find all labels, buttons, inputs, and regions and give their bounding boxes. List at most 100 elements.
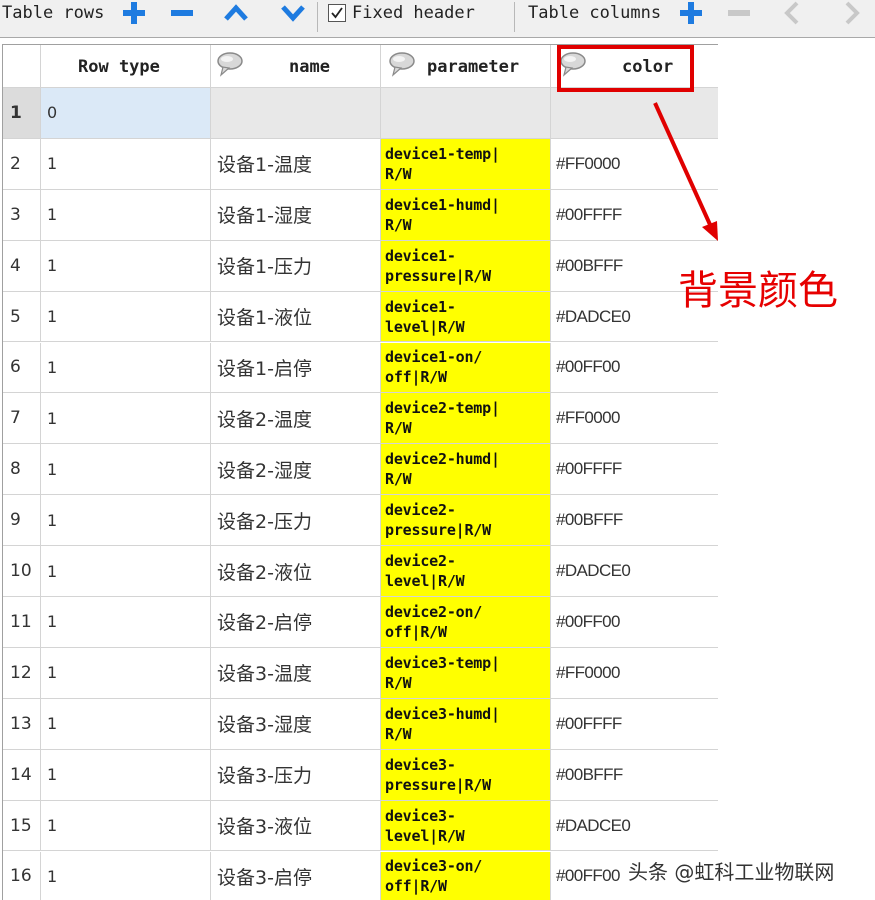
row-type-cell[interactable]: 0 <box>41 88 211 139</box>
color-cell[interactable]: #00FFFF <box>551 699 718 750</box>
row-type-cell[interactable]: 1 <box>41 189 211 241</box>
parameter-cell[interactable]: device1-humd| R/W <box>381 189 551 241</box>
row-type-cell[interactable]: 1 <box>41 546 211 597</box>
table-row[interactable]: 3 1 设备1-湿度 device1-humd| R/W #00FFFF <box>3 189 718 241</box>
row-type-cell[interactable]: 1 <box>41 495 211 547</box>
table-row[interactable]: 10 <box>3 88 718 139</box>
move-row-up-button[interactable] <box>220 0 252 26</box>
name-cell[interactable]: 设备3-压力 <box>211 749 381 801</box>
parameter-cell[interactable]: device1- level|R/W <box>381 291 551 343</box>
row-number-cell[interactable]: 8 <box>3 444 41 496</box>
move-column-left-button[interactable] <box>776 0 808 26</box>
table-row[interactable]: 12 1 设备3-温度 device3-temp| R/W #FF0000 <box>3 647 718 699</box>
color-cell[interactable]: #FF0000 <box>551 648 718 699</box>
move-row-down-button[interactable] <box>277 0 309 26</box>
parameter-cell[interactable]: device3-on/ off|R/W <box>381 851 551 900</box>
name-cell[interactable]: 设备1-温度 <box>211 138 381 190</box>
color-cell[interactable]: #00FF00 <box>551 597 718 648</box>
fixed-header-checkbox[interactable] <box>328 4 346 22</box>
row-number-cell[interactable]: 2 <box>3 138 41 190</box>
parameter-cell[interactable]: device1- pressure|R/W <box>381 240 551 292</box>
row-number-cell[interactable]: 10 <box>3 546 41 597</box>
row-number-cell[interactable]: 1 <box>3 88 41 139</box>
header-corner[interactable] <box>3 45 41 88</box>
name-cell[interactable]: 设备3-温度 <box>211 647 381 699</box>
name-cell[interactable]: 设备1-压力 <box>211 240 381 292</box>
header-row-type[interactable]: Row type <box>41 45 211 88</box>
row-number-cell[interactable]: 5 <box>3 291 41 343</box>
name-cell[interactable]: 设备1-湿度 <box>211 189 381 241</box>
row-number-cell[interactable]: 11 <box>3 597 41 648</box>
table-row[interactable]: 9 1 设备2-压力 device2- pressure|R/W #00BFFF <box>3 495 718 547</box>
row-type-cell[interactable]: 1 <box>41 240 211 292</box>
row-type-cell[interactable]: 1 <box>41 800 211 852</box>
name-cell[interactable]: 设备2-温度 <box>211 393 381 445</box>
color-cell[interactable]: #00FF00 <box>551 343 718 394</box>
color-cell[interactable]: #00BFFF <box>551 495 718 547</box>
remove-column-button[interactable] <box>723 0 755 26</box>
row-number-cell[interactable]: 14 <box>3 749 41 801</box>
color-cell[interactable]: #FF0000 <box>551 393 718 445</box>
row-type-cell[interactable]: 1 <box>41 851 211 900</box>
row-number-cell[interactable]: 9 <box>3 495 41 547</box>
parameter-cell[interactable]: device3-temp| R/W <box>381 647 551 699</box>
name-cell[interactable]: 设备2-湿度 <box>211 444 381 496</box>
row-type-cell[interactable]: 1 <box>41 342 211 394</box>
table-row[interactable]: 4 1 设备1-压力 device1- pressure|R/W #00BFFF <box>3 240 718 292</box>
fixed-header-toggle[interactable]: Fixed header <box>328 0 475 26</box>
parameter-cell[interactable]: device3-humd| R/W <box>381 698 551 750</box>
move-column-right-button[interactable] <box>836 0 868 26</box>
table-row[interactable]: 14 1 设备3-压力 device3- pressure|R/W #00BFFF <box>3 749 718 801</box>
name-cell[interactable] <box>211 88 381 139</box>
parameter-cell[interactable]: device3- level|R/W <box>381 800 551 852</box>
table-row[interactable]: 5 1 设备1-液位 device1- level|R/W #DADCE0 <box>3 291 718 343</box>
add-column-button[interactable] <box>675 0 707 26</box>
name-cell[interactable]: 设备3-液位 <box>211 800 381 852</box>
name-cell[interactable]: 设备1-液位 <box>211 291 381 343</box>
row-type-cell[interactable]: 1 <box>41 138 211 190</box>
table-row[interactable]: 15 1 设备3-液位 device3- level|R/W #DADCE0 <box>3 800 718 852</box>
parameter-cell[interactable]: device2-temp| R/W <box>381 393 551 445</box>
name-cell[interactable]: 设备2-启停 <box>211 597 381 648</box>
row-type-cell[interactable]: 1 <box>41 444 211 496</box>
row-number-cell[interactable]: 6 <box>3 342 41 394</box>
parameter-cell[interactable]: device2-on/ off|R/W <box>381 597 551 648</box>
add-row-button[interactable] <box>118 0 150 26</box>
table-row[interactable]: 7 1 设备2-温度 device2-temp| R/W #FF0000 <box>3 393 718 445</box>
row-type-cell[interactable]: 1 <box>41 597 211 648</box>
color-cell[interactable]: #00BFFF <box>551 750 718 801</box>
name-cell[interactable]: 设备2-液位 <box>211 546 381 597</box>
row-type-cell[interactable]: 1 <box>41 647 211 699</box>
table-row[interactable]: 8 1 设备2-湿度 device2-humd| R/W #00FFFF <box>3 444 718 496</box>
name-cell[interactable]: 设备1-启停 <box>211 342 381 394</box>
name-cell[interactable]: 设备2-压力 <box>211 495 381 547</box>
row-type-cell[interactable]: 1 <box>41 393 211 445</box>
color-cell[interactable]: #DADCE0 <box>551 801 718 852</box>
color-cell[interactable]: #00FFFF <box>551 444 718 496</box>
name-cell[interactable]: 设备3-湿度 <box>211 698 381 750</box>
row-number-cell[interactable]: 12 <box>3 647 41 699</box>
row-type-cell[interactable]: 1 <box>41 749 211 801</box>
row-number-cell[interactable]: 15 <box>3 800 41 852</box>
table-row[interactable]: 2 1 设备1-温度 device1-temp| R/W #FF0000 <box>3 138 718 190</box>
name-cell[interactable]: 设备3-启停 <box>211 851 381 900</box>
parameter-cell[interactable]: device2- level|R/W <box>381 546 551 597</box>
row-number-cell[interactable]: 16 <box>3 851 41 900</box>
remove-row-button[interactable] <box>166 0 198 26</box>
header-parameter[interactable]: parameter <box>381 45 551 88</box>
table-row[interactable]: 10 1 设备2-液位 device2- level|R/W #DADCE0 <box>3 546 718 597</box>
table-row[interactable]: 13 1 设备3-湿度 device3-humd| R/W #00FFFF <box>3 698 718 750</box>
table-row[interactable]: 6 1 设备1-启停 device1-on/ off|R/W #00FF00 <box>3 342 718 394</box>
row-number-cell[interactable]: 13 <box>3 698 41 750</box>
parameter-cell[interactable]: device1-on/ off|R/W <box>381 342 551 394</box>
parameter-cell[interactable]: device1-temp| R/W <box>381 138 551 190</box>
parameter-cell[interactable]: device2- pressure|R/W <box>381 495 551 547</box>
color-cell[interactable]: #DADCE0 <box>551 546 718 597</box>
parameter-cell[interactable]: device2-humd| R/W <box>381 444 551 496</box>
table-row[interactable]: 11 1 设备2-启停 device2-on/ off|R/W #00FF00 <box>3 597 718 648</box>
row-number-cell[interactable]: 7 <box>3 393 41 445</box>
parameter-cell[interactable] <box>381 88 551 139</box>
row-type-cell[interactable]: 1 <box>41 291 211 343</box>
header-name[interactable]: name <box>211 45 381 88</box>
row-number-cell[interactable]: 4 <box>3 240 41 292</box>
